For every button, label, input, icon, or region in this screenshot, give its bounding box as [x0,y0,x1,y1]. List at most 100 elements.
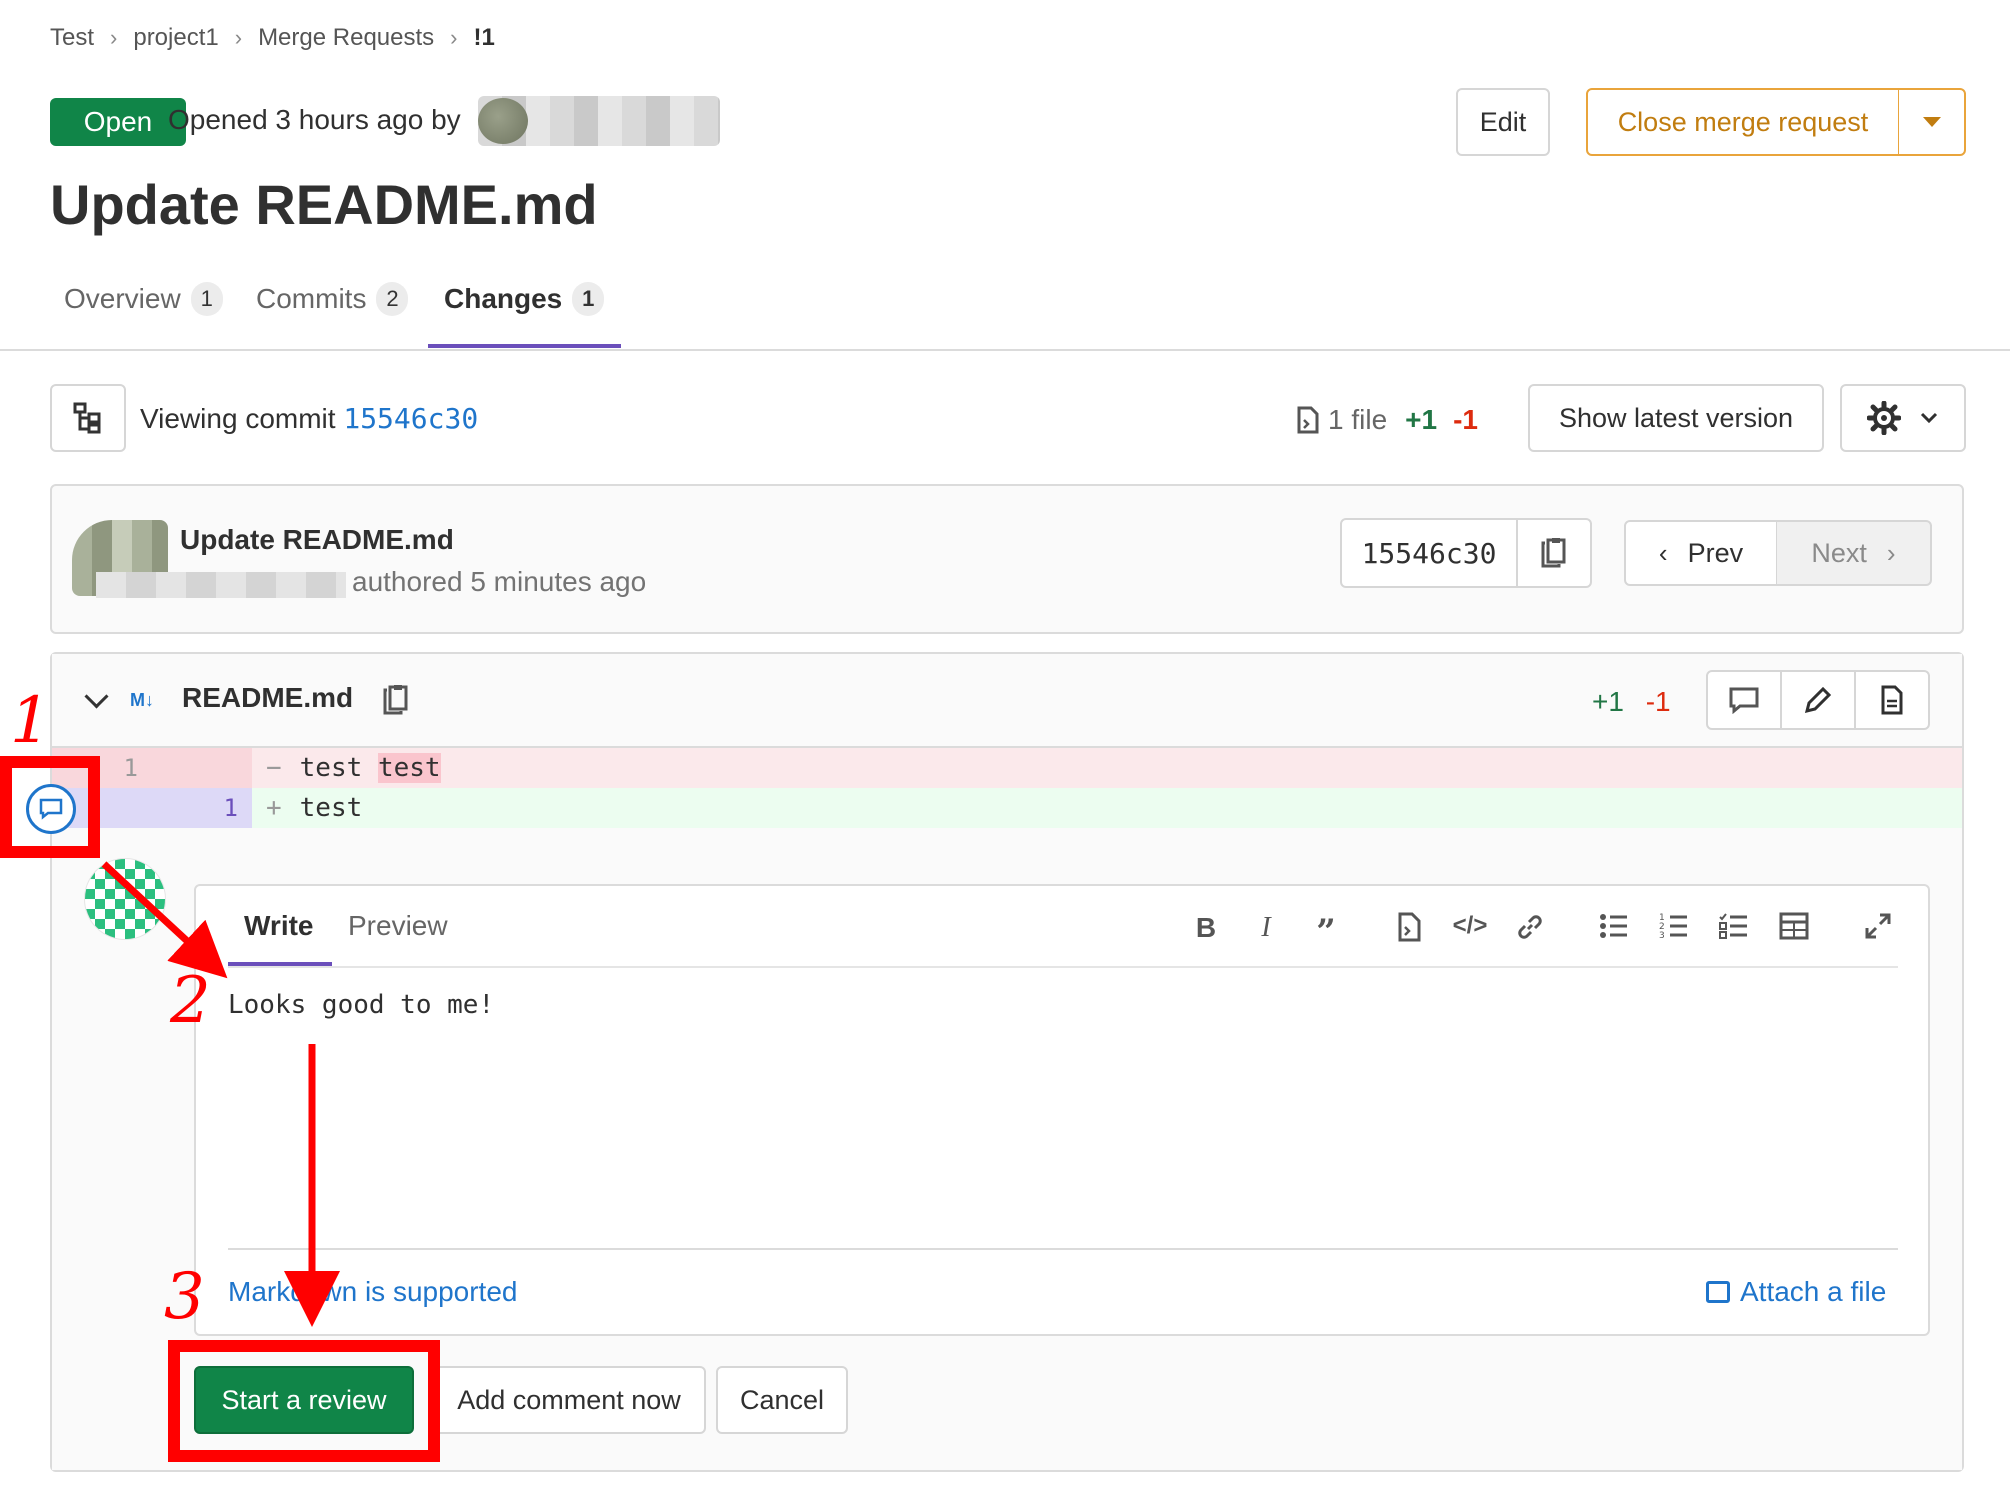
close-options-dropdown-button[interactable] [1898,88,1966,156]
view-file-button[interactable] [1854,670,1930,730]
chevron-right-icon: › [234,25,243,50]
author-blurred[interactable] [478,96,720,146]
commit-sha-link[interactable]: 15546c30 [343,402,478,435]
file-diff-stats: +1 -1 [1592,686,1671,718]
next-commit-button[interactable]: Next › [1776,520,1932,586]
table-icon[interactable] [1774,912,1814,947]
code-text: test [299,793,363,823]
close-merge-request-button[interactable]: Close merge request [1586,88,1900,156]
toggle-comments-button[interactable] [1706,670,1782,730]
markdown-help-link[interactable]: Markdown is supported [228,1276,517,1308]
italic-icon[interactable]: I [1246,912,1286,944]
tab-count-badge: 1 [572,282,605,316]
add-line-comment-button[interactable] [26,784,76,834]
file-additions: +1 [1592,686,1624,717]
tab-changes[interactable]: Changes 1 [444,282,605,316]
avatar [84,858,166,940]
breadcrumb-item-current[interactable]: !1 [473,24,494,52]
author-blurred [96,572,346,598]
opened-meta-text: Opened 3 hours ago by [168,104,461,135]
file-tree-toggle-button[interactable] [50,384,126,452]
edit-file-button[interactable] [1780,670,1856,730]
chevron-right-icon: › [450,25,458,50]
comment-icon [1729,687,1759,714]
prev-commit-button[interactable]: ‹ Prev [1624,520,1778,586]
copy-icon [1541,538,1566,568]
code-icon[interactable]: </> [1450,912,1490,940]
markdown-file-icon: M↓ [130,690,154,710]
prev-label: Prev [1687,537,1744,568]
editor-tabs-divider [228,966,1898,968]
diff-sign: + [266,793,282,823]
tab-count-badge: 2 [376,282,409,316]
chevron-down-icon [1920,412,1938,424]
next-label: Next [1811,537,1867,568]
breadcrumb: Test › project1 › Merge Requests › !1 [50,24,495,52]
active-tab-indicator [428,344,621,348]
file-name[interactable]: README.md [182,682,353,714]
copy-sha-button[interactable] [1516,518,1592,588]
comment-textarea[interactable]: Looks good to me! [228,990,1868,1240]
file-icon [1881,685,1903,715]
tab-label: Commits [256,283,367,314]
annotation-number-1: 1 [10,684,51,758]
bullet-list-icon[interactable] [1594,912,1634,947]
insert-suggestion-icon[interactable] [1390,912,1430,949]
commit-sha-label: 15546c30 [1340,518,1518,588]
annotation-box-3 [168,1340,440,1462]
pencil-icon [1804,686,1832,714]
new-line-number[interactable]: 1 [152,788,252,828]
bold-icon[interactable]: B [1186,912,1226,944]
comment-icon [39,798,63,820]
svg-text:3: 3 [1659,931,1665,940]
diff-settings-button[interactable] [1840,384,1966,452]
tab-overview[interactable]: Overview 1 [64,282,223,316]
link-icon[interactable] [1510,912,1550,949]
file-tree-icon [73,402,101,434]
breadcrumb-item-test[interactable]: Test [50,24,94,52]
file-count: 1 file [1328,404,1388,435]
avatar [478,98,528,144]
add-comment-now-button[interactable]: Add comment now [432,1366,706,1434]
diff-line-added[interactable]: 1 + test [52,788,1962,828]
viewing-commit-text: Viewing commit 15546c30 [140,402,478,435]
diff-sign: − [266,753,282,783]
gear-icon [1867,401,1901,435]
diff-line-code: + test [266,788,362,828]
breadcrumb-item-merge-requests[interactable]: Merge Requests [258,24,434,52]
copy-file-path-button[interactable] [382,684,410,721]
show-latest-version-button[interactable]: Show latest version [1528,384,1824,452]
new-line-number[interactable] [152,748,252,788]
tabs-divider [0,349,2010,351]
tab-count-badge: 1 [190,282,223,316]
code-text: test [299,753,363,783]
task-list-icon[interactable] [1714,912,1754,947]
attach-label: Attach a file [1740,1276,1887,1307]
numbered-list-icon[interactable]: 123 [1654,912,1694,947]
chevron-left-icon: ‹ [1658,537,1668,568]
tab-label: Changes [444,283,563,314]
commit-authored-time: authored 5 minutes ago [352,566,647,597]
status-badge: Open [50,98,186,146]
commit-title[interactable]: Update README.md [180,524,454,556]
edit-button[interactable]: Edit [1456,88,1550,156]
diff-line-removed[interactable]: 1 − test test [52,748,1962,788]
cancel-button[interactable]: Cancel [716,1366,848,1434]
page-title: Update README.md [50,173,598,236]
removed-highlight: test [377,753,441,783]
fullscreen-icon[interactable] [1858,912,1898,947]
tab-preview[interactable]: Preview [348,910,448,942]
attach-file-button[interactable]: Attach a file [1706,1276,1886,1308]
quote-icon[interactable]: ” [1306,912,1346,952]
file-deletions: -1 [1645,686,1671,717]
file-diff-icon [1297,406,1319,434]
image-icon [1706,1281,1730,1303]
chevron-right-icon: › [110,25,118,50]
tab-label: Overview [64,283,181,314]
editor-footer-divider [228,1248,1898,1250]
tab-commits[interactable]: Commits 2 [256,282,409,316]
breadcrumb-item-project[interactable]: project1 [133,24,218,52]
chevron-right-icon: › [1886,537,1896,568]
tab-write[interactable]: Write [244,910,314,942]
caret-down-icon [1922,117,1941,127]
